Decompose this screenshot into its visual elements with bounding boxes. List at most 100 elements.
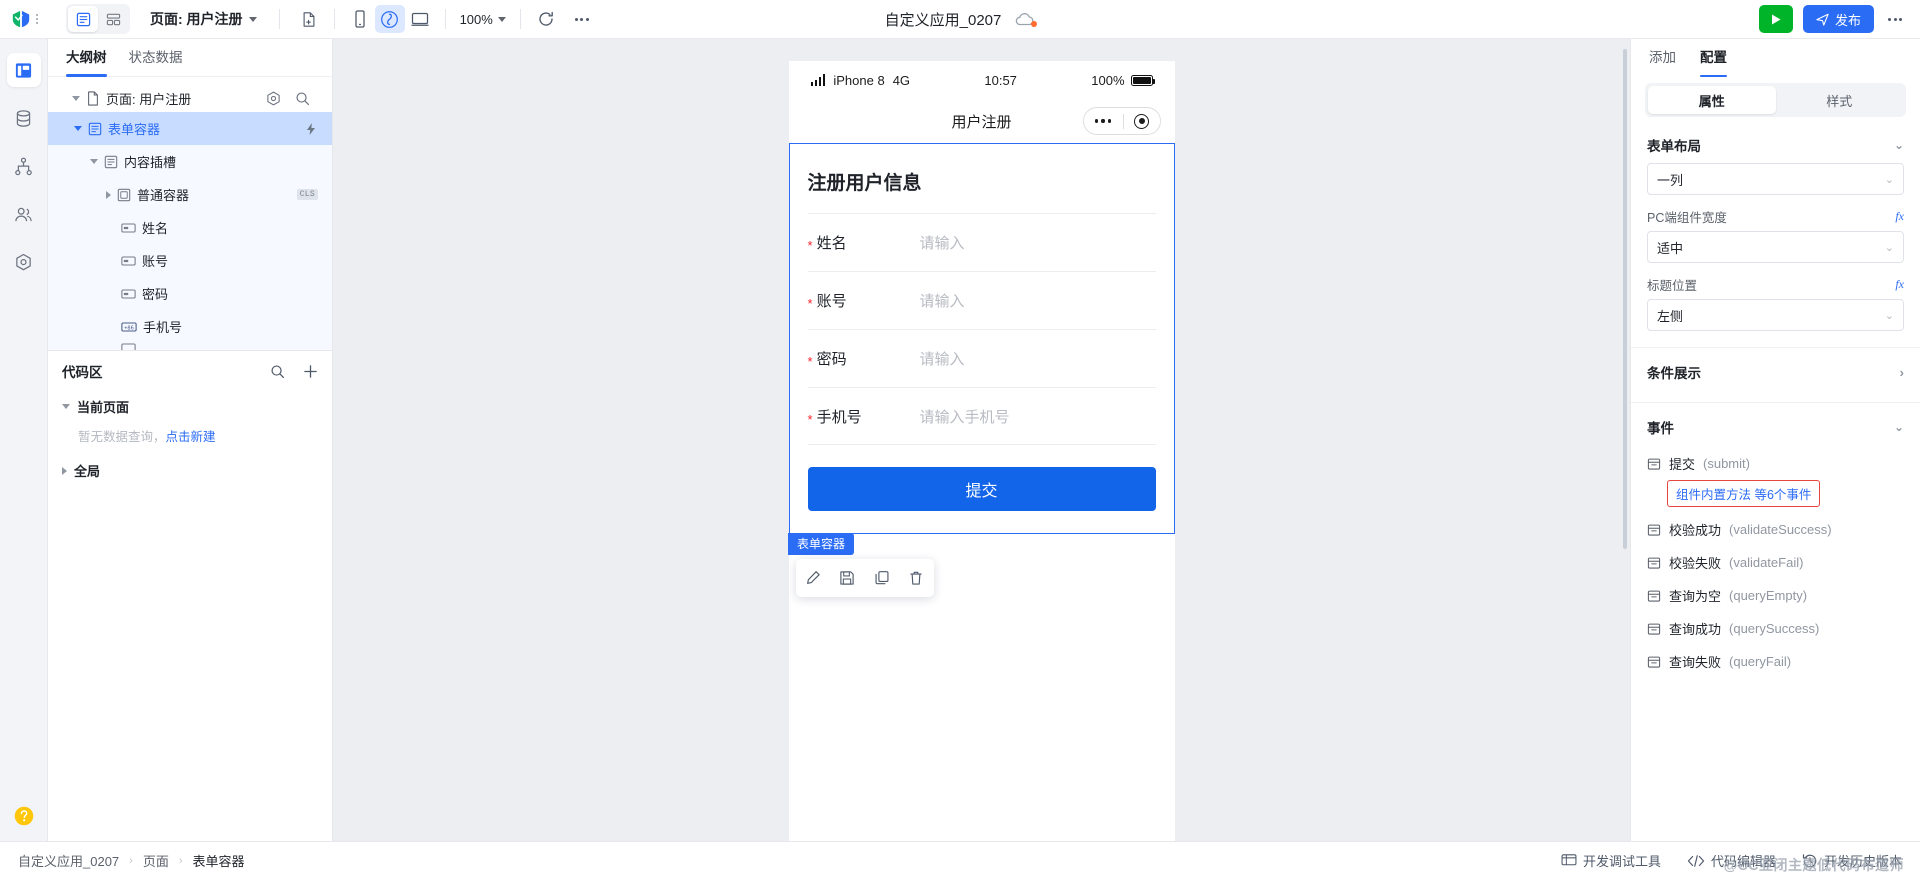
refresh-icon[interactable] bbox=[531, 5, 561, 33]
chevron-down-icon[interactable] bbox=[90, 159, 98, 164]
submit-button[interactable]: 提交 bbox=[807, 467, 1156, 511]
tree-node-form-container[interactable]: 表单容器 bbox=[48, 112, 332, 145]
sidebar-item-flow[interactable] bbox=[7, 149, 41, 183]
event-row-submit[interactable]: 提交 (submit) bbox=[1631, 447, 1920, 480]
app-logo[interactable] bbox=[0, 0, 48, 39]
logo-menu-icon[interactable] bbox=[34, 14, 38, 24]
capsule-target-icon[interactable] bbox=[1124, 113, 1160, 129]
form-input-placeholder[interactable]: 请输入 bbox=[920, 348, 965, 369]
status-left: iPhone 8 4G bbox=[810, 73, 910, 88]
chevron-right-icon[interactable] bbox=[106, 190, 111, 199]
desktop-device-icon[interactable] bbox=[405, 5, 435, 33]
code-group-global[interactable]: 全局 bbox=[48, 455, 332, 486]
tree-node-account-field[interactable]: 账号 bbox=[48, 244, 332, 277]
form-input-placeholder[interactable]: 请输入手机号 bbox=[920, 406, 1010, 427]
footer-debug-tool[interactable]: 开发调试工具 bbox=[1561, 851, 1661, 870]
pad-device-icon[interactable] bbox=[374, 5, 405, 33]
plus-icon[interactable] bbox=[303, 364, 318, 379]
breadcrumb-item-current[interactable]: 表单容器 bbox=[193, 851, 245, 870]
sidebar-item-data[interactable] bbox=[7, 101, 41, 135]
event-row-validate-success[interactable]: 校验成功 (validateSuccess) bbox=[1631, 513, 1920, 546]
chevron-down-icon[interactable]: ⌄ bbox=[1894, 420, 1904, 434]
watermark: @CC亚闭主题低代码布道师 bbox=[1723, 857, 1904, 873]
bolt-icon[interactable] bbox=[304, 122, 318, 136]
tab-state-data[interactable]: 状态数据 bbox=[129, 39, 183, 77]
capsule-more-icon[interactable] bbox=[1084, 119, 1123, 123]
section-form-layout-header[interactable]: 表单布局 ⌄ bbox=[1631, 125, 1920, 161]
phone-preview: iPhone 8 4G 10:57 100% 用户注册 注册用户信息 * 姓名 … bbox=[788, 61, 1175, 841]
search-icon[interactable] bbox=[295, 91, 310, 106]
section-events-header[interactable]: 事件 ⌄ bbox=[1631, 403, 1920, 447]
fx-icon[interactable]: fx bbox=[1895, 209, 1904, 224]
sync-status-dot bbox=[1031, 20, 1038, 27]
tree-node-partial[interactable] bbox=[48, 343, 332, 350]
pc-width-select[interactable]: 适中 ⌄ bbox=[1647, 231, 1904, 263]
form-row-name[interactable]: * 姓名 请输入 bbox=[807, 213, 1156, 271]
wechat-capsule[interactable] bbox=[1082, 107, 1161, 135]
sidebar-item-users[interactable] bbox=[7, 197, 41, 231]
event-row-query-success[interactable]: 查询成功 (querySuccess) bbox=[1631, 612, 1920, 645]
publish-button[interactable]: 发布 bbox=[1802, 5, 1874, 33]
event-row-validate-fail[interactable]: 校验失败 (validateFail) bbox=[1631, 546, 1920, 579]
segment-properties[interactable]: 属性 bbox=[1648, 86, 1776, 114]
copy-icon[interactable] bbox=[874, 570, 890, 586]
segment-styles[interactable]: 样式 bbox=[1776, 86, 1904, 114]
tab-config[interactable]: 配置 bbox=[1700, 39, 1727, 77]
tree-node-plain-container[interactable]: 普通容器 CLS bbox=[48, 178, 332, 211]
event-row-query-empty[interactable]: 查询为空 (queryEmpty) bbox=[1631, 579, 1920, 612]
list-view-icon[interactable] bbox=[68, 6, 98, 32]
tab-outline-tree[interactable]: 大纲树 bbox=[66, 39, 107, 77]
more-horizontal-icon[interactable] bbox=[571, 17, 593, 21]
save-icon[interactable] bbox=[839, 570, 855, 586]
tree-root-row[interactable]: 页面: 用户注册 bbox=[48, 85, 332, 112]
chevron-right-icon[interactable] bbox=[62, 466, 67, 475]
field-pc-width: PC端组件宽度 fx 适中 ⌄ bbox=[1631, 205, 1920, 273]
run-button[interactable] bbox=[1758, 5, 1793, 33]
help-circle-icon[interactable] bbox=[13, 805, 35, 827]
form-container-selected[interactable]: 注册用户信息 * 姓名 请输入 * 账号 请输入 * 密码 请输入 * 手机号 … bbox=[788, 143, 1175, 597]
event-row-query-fail[interactable]: 查询失败 (queryFail) bbox=[1631, 645, 1920, 678]
grid-view-icon[interactable] bbox=[98, 6, 128, 32]
layout-columns-select[interactable]: 一列 ⌄ bbox=[1647, 163, 1904, 195]
chevron-down-icon[interactable] bbox=[74, 126, 82, 131]
breadcrumb-item-app[interactable]: 自定义应用_0207 bbox=[18, 851, 119, 870]
section-conditional-display-header[interactable]: 条件展示 › bbox=[1631, 348, 1920, 396]
sidebar-item-settings[interactable] bbox=[7, 245, 41, 279]
code-create-link[interactable]: 点击新建 bbox=[166, 430, 216, 444]
event-builtin-method-badge[interactable]: 组件内置方法 等6个事件 bbox=[1667, 480, 1821, 507]
chevron-right-icon[interactable]: › bbox=[1900, 365, 1904, 380]
pencil-icon[interactable] bbox=[805, 570, 821, 586]
title-position-select[interactable]: 左侧 ⌄ bbox=[1647, 299, 1904, 331]
footer-action-label: 开发调试工具 bbox=[1582, 854, 1661, 869]
form-input-placeholder[interactable]: 请输入 bbox=[920, 290, 965, 311]
zoom-selector[interactable]: 100% bbox=[456, 12, 510, 27]
tab-add[interactable]: 添加 bbox=[1649, 39, 1676, 77]
sidebar-item-layout[interactable] bbox=[6, 53, 41, 87]
tree-node-phone-field[interactable]: +86 手机号 bbox=[48, 310, 332, 343]
event-code: (querySuccess) bbox=[1729, 621, 1820, 636]
canvas-scrollbar[interactable] bbox=[1623, 49, 1627, 549]
view-mode-segment[interactable] bbox=[66, 4, 130, 34]
page-selector[interactable]: 页面: 用户注册 bbox=[150, 9, 257, 29]
form-row-password[interactable]: * 密码 请输入 bbox=[807, 329, 1156, 387]
zoom-value: 100% bbox=[459, 11, 493, 27]
mobile-device-icon[interactable] bbox=[345, 5, 375, 33]
tree-node-name-field[interactable]: 姓名 bbox=[48, 211, 332, 244]
trash-icon[interactable] bbox=[908, 570, 924, 586]
tree-node-content-slot[interactable]: 内容插槽 bbox=[48, 145, 332, 178]
design-canvas[interactable]: iPhone 8 4G 10:57 100% 用户注册 注册用户信息 * 姓名 … bbox=[333, 39, 1630, 841]
breadcrumb-item-page[interactable]: 页面 bbox=[143, 851, 169, 870]
chevron-down-icon[interactable]: ⌄ bbox=[1894, 138, 1904, 152]
chevron-down-icon[interactable] bbox=[62, 404, 70, 409]
code-group-current-page[interactable]: 当前页面 bbox=[48, 391, 332, 422]
new-page-icon[interactable] bbox=[294, 5, 324, 33]
form-input-placeholder[interactable]: 请输入 bbox=[920, 232, 965, 253]
form-row-phone[interactable]: * 手机号 请输入手机号 bbox=[807, 387, 1156, 445]
search-icon[interactable] bbox=[270, 364, 285, 379]
gear-icon[interactable] bbox=[266, 91, 281, 106]
tree-node-password-field[interactable]: 密码 bbox=[48, 277, 332, 310]
topbar-overflow-icon[interactable] bbox=[1884, 17, 1906, 21]
chevron-down-icon[interactable] bbox=[72, 96, 80, 101]
fx-icon[interactable]: fx bbox=[1895, 277, 1904, 292]
form-row-account[interactable]: * 账号 请输入 bbox=[807, 271, 1156, 329]
